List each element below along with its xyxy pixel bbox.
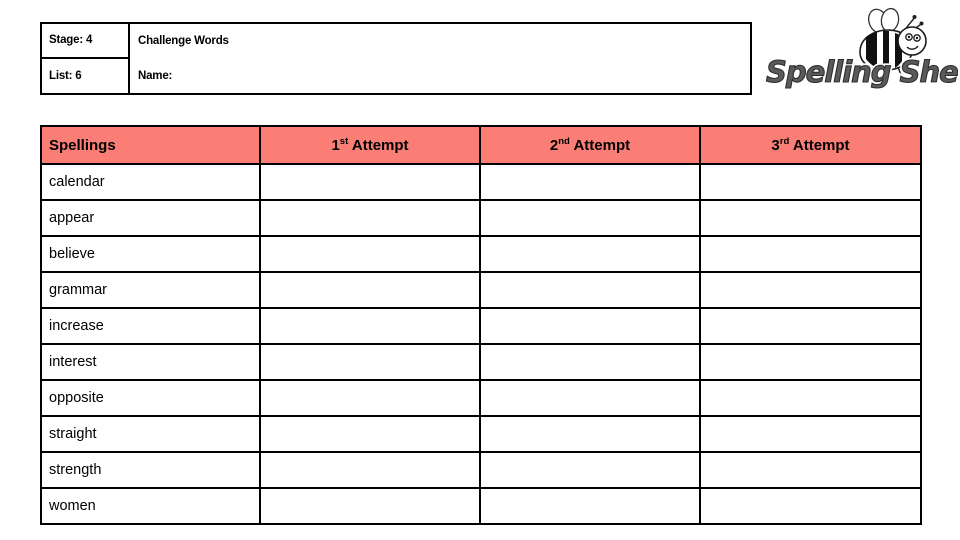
attempt-3-answer-cell[interactable] bbox=[699, 307, 922, 345]
worksheet-title: Challenge Words bbox=[138, 35, 229, 48]
table-row: believe bbox=[40, 235, 922, 273]
table-header: Spellings 1st Attempt 2nd Attempt 3rd At… bbox=[40, 125, 922, 165]
table-row: grammar bbox=[40, 271, 922, 309]
spelling-word-cell: interest bbox=[40, 343, 261, 381]
attempt-1-answer-cell[interactable] bbox=[259, 487, 481, 525]
attempt-1-label: Attempt bbox=[351, 136, 409, 154]
name-cell[interactable]: Name: bbox=[130, 59, 750, 94]
column-header-attempt-2: 2nd Attempt bbox=[479, 125, 701, 165]
attempt-2-answer-cell[interactable] bbox=[479, 379, 701, 417]
attempt-1-answer-cell[interactable] bbox=[259, 307, 481, 345]
column-header-spellings-label: Spellings bbox=[49, 136, 116, 154]
attempt-3-answer-cell[interactable] bbox=[699, 271, 922, 309]
attempt-2-answer-cell[interactable] bbox=[479, 163, 701, 201]
table-row: calendar bbox=[40, 163, 922, 201]
attempt-1-answer-cell[interactable] bbox=[259, 163, 481, 201]
attempt-1-answer-cell[interactable] bbox=[259, 199, 481, 237]
attempt-3-answer-cell[interactable] bbox=[699, 199, 922, 237]
logo-wordmark-outline: Spelling Shed bbox=[766, 55, 958, 89]
attempt-2-ordinal: 2 bbox=[549, 136, 559, 154]
spelling-word-cell: straight bbox=[40, 415, 261, 453]
spelling-word-cell: grammar bbox=[40, 271, 261, 309]
attempt-3-answer-cell[interactable] bbox=[699, 343, 922, 381]
attempt-3-ordinal: 3 bbox=[771, 136, 780, 154]
list-label: List: 6 bbox=[49, 69, 82, 82]
attempt-3-answer-cell[interactable] bbox=[699, 163, 922, 201]
logo-wordmark: Spelling Shed Spelling Shed bbox=[764, 53, 958, 92]
attempt-3-answer-cell[interactable] bbox=[699, 235, 922, 273]
table-row: increase bbox=[40, 307, 922, 345]
header-left-column: Stage: 4 List: 6 bbox=[42, 24, 130, 93]
column-header-attempt-1: 1st Attempt bbox=[259, 125, 481, 165]
attempt-2-answer-cell[interactable] bbox=[479, 487, 701, 525]
attempt-1-answer-cell[interactable] bbox=[259, 235, 481, 273]
table-header-row: Spellings 1st Attempt 2nd Attempt 3rd At… bbox=[40, 125, 922, 165]
attempt-2-label: Attempt bbox=[573, 136, 631, 154]
attempt-3-answer-cell[interactable] bbox=[699, 379, 922, 417]
table-row: strength bbox=[40, 451, 922, 489]
spelling-word-cell: appear bbox=[40, 199, 261, 237]
attempt-3-label: Attempt bbox=[792, 136, 850, 154]
table-row: opposite bbox=[40, 379, 922, 417]
attempt-2-answer-cell[interactable] bbox=[479, 271, 701, 309]
name-label: Name: bbox=[138, 69, 173, 82]
attempt-1-ordinal: 1 bbox=[331, 136, 340, 154]
worksheet-header-box: Stage: 4 List: 6 Challenge Words Name: bbox=[40, 22, 752, 95]
attempt-1-answer-cell[interactable] bbox=[259, 451, 481, 489]
spelling-word-cell: women bbox=[40, 487, 261, 525]
attempt-2-answer-cell[interactable] bbox=[479, 415, 701, 453]
table-row: appear bbox=[40, 199, 922, 237]
attempt-1-answer-cell[interactable] bbox=[259, 271, 481, 309]
spelling-practice-table: Spellings 1st Attempt 2nd Attempt 3rd At… bbox=[40, 125, 922, 525]
attempt-2-answer-cell[interactable] bbox=[479, 451, 701, 489]
stage-cell: Stage: 4 bbox=[42, 24, 128, 59]
spelling-shed-logo: Spelling Shed Spelling Shed bbox=[758, 4, 958, 100]
attempt-2-answer-cell[interactable] bbox=[479, 307, 701, 345]
table-row: straight bbox=[40, 415, 922, 453]
attempt-3-suffix: rd bbox=[779, 135, 790, 147]
table-row: interest bbox=[40, 343, 922, 381]
attempt-1-suffix: st bbox=[339, 135, 349, 147]
attempt-3-answer-cell[interactable] bbox=[699, 487, 922, 525]
attempt-1-answer-cell[interactable] bbox=[259, 379, 481, 417]
attempt-2-answer-cell[interactable] bbox=[479, 343, 701, 381]
spelling-word-cell: increase bbox=[40, 307, 261, 345]
attempt-2-suffix: nd bbox=[558, 135, 570, 147]
spelling-word-cell: believe bbox=[40, 235, 261, 273]
spelling-word-cell: calendar bbox=[40, 163, 261, 201]
attempt-1-answer-cell[interactable] bbox=[259, 415, 481, 453]
table-body: calendar appear believe grammar increase inte… bbox=[40, 163, 922, 525]
spelling-word-cell: strength bbox=[40, 451, 261, 489]
stage-label: Stage: 4 bbox=[49, 34, 93, 47]
column-header-spellings: Spellings bbox=[40, 125, 261, 165]
title-cell: Challenge Words bbox=[130, 24, 750, 59]
attempt-2-answer-cell[interactable] bbox=[479, 199, 701, 237]
list-cell: List: 6 bbox=[42, 59, 128, 94]
column-header-attempt-3: 3rd Attempt bbox=[699, 125, 922, 165]
attempt-2-answer-cell[interactable] bbox=[479, 235, 701, 273]
spelling-word-cell: opposite bbox=[40, 379, 261, 417]
attempt-3-answer-cell[interactable] bbox=[699, 451, 922, 489]
header-right-column: Challenge Words Name: bbox=[130, 24, 750, 93]
attempt-3-answer-cell[interactable] bbox=[699, 415, 922, 453]
table-row: women bbox=[40, 487, 922, 525]
attempt-1-answer-cell[interactable] bbox=[259, 343, 481, 381]
